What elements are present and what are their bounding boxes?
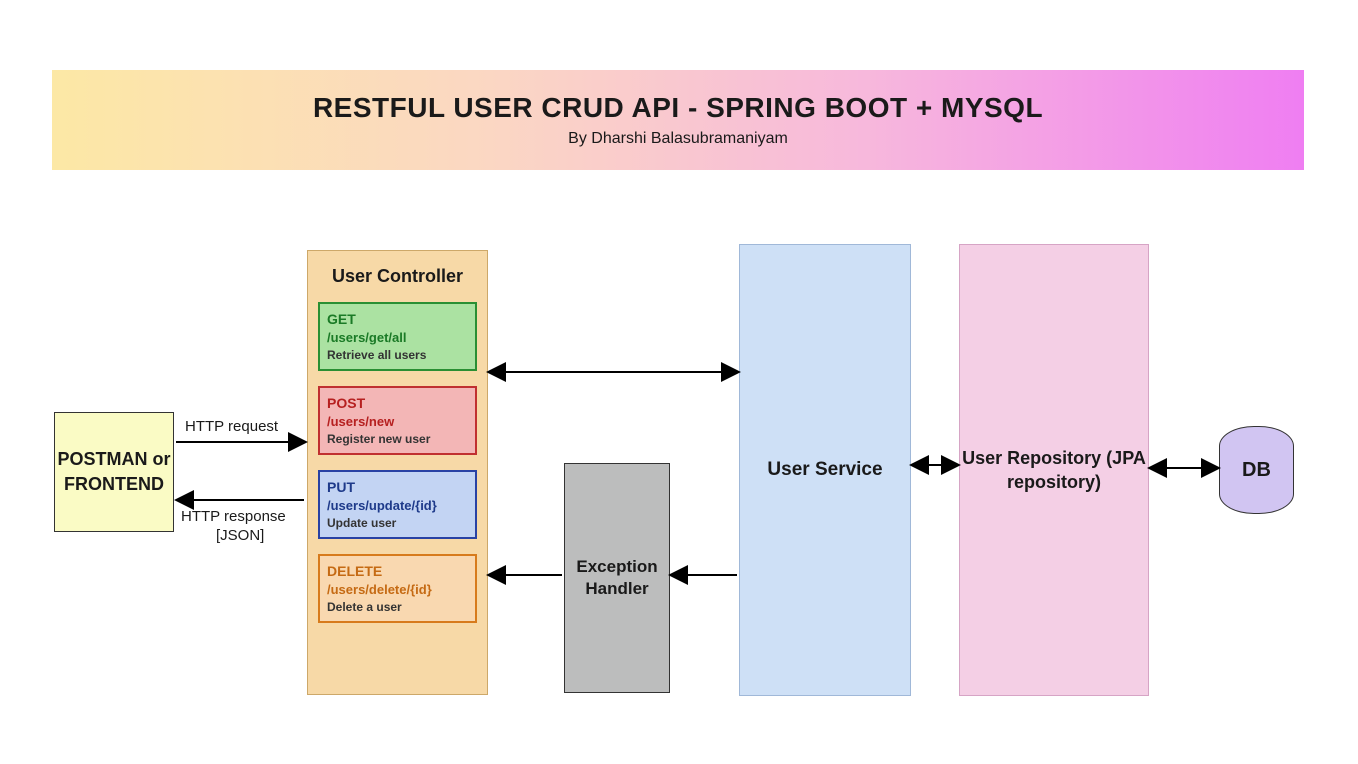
- post-desc: Register new user: [327, 432, 468, 446]
- db-label: DB: [1242, 459, 1271, 482]
- endpoint-get: GET /users/get/all Retrieve all users: [318, 302, 477, 371]
- endpoint-delete: DELETE /users/delete/{id} Delete a user: [318, 554, 477, 623]
- service-label: User Service: [767, 459, 882, 481]
- delete-method: DELETE: [327, 563, 468, 579]
- exception-box: Exception Handler: [564, 463, 670, 693]
- put-desc: Update user: [327, 516, 468, 530]
- label-http-response-2: [JSON]: [216, 527, 264, 544]
- repository-label: User Repository (JPA repository): [960, 446, 1148, 495]
- controller-box: User Controller GET /users/get/all Retri…: [307, 250, 488, 695]
- post-path: /users/new: [327, 414, 468, 429]
- get-desc: Retrieve all users: [327, 348, 468, 362]
- service-box: User Service: [739, 244, 911, 696]
- put-method: PUT: [327, 479, 468, 495]
- endpoint-put: PUT /users/update/{id} Update user: [318, 470, 477, 539]
- postman-box: POSTMAN or FRONTEND: [54, 412, 174, 532]
- get-path: /users/get/all: [327, 330, 468, 345]
- postman-label: POSTMAN or FRONTEND: [55, 447, 173, 497]
- put-path: /users/update/{id}: [327, 498, 468, 513]
- repository-box: User Repository (JPA repository): [959, 244, 1149, 696]
- get-method: GET: [327, 311, 468, 327]
- author: By Dharshi Balasubramaniyam: [568, 130, 788, 148]
- delete-path: /users/delete/{id}: [327, 582, 468, 597]
- db-box: DB: [1219, 426, 1294, 514]
- exception-label: Exception Handler: [565, 556, 669, 600]
- label-http-response-1: HTTP response: [181, 508, 286, 525]
- page-title: RESTFUL USER CRUD API - SPRING BOOT + MY…: [313, 92, 1043, 124]
- endpoint-post: POST /users/new Register new user: [318, 386, 477, 455]
- title-banner: RESTFUL USER CRUD API - SPRING BOOT + MY…: [52, 70, 1304, 170]
- label-http-request: HTTP request: [185, 418, 278, 435]
- controller-title: User Controller: [318, 266, 477, 287]
- post-method: POST: [327, 395, 468, 411]
- delete-desc: Delete a user: [327, 600, 468, 614]
